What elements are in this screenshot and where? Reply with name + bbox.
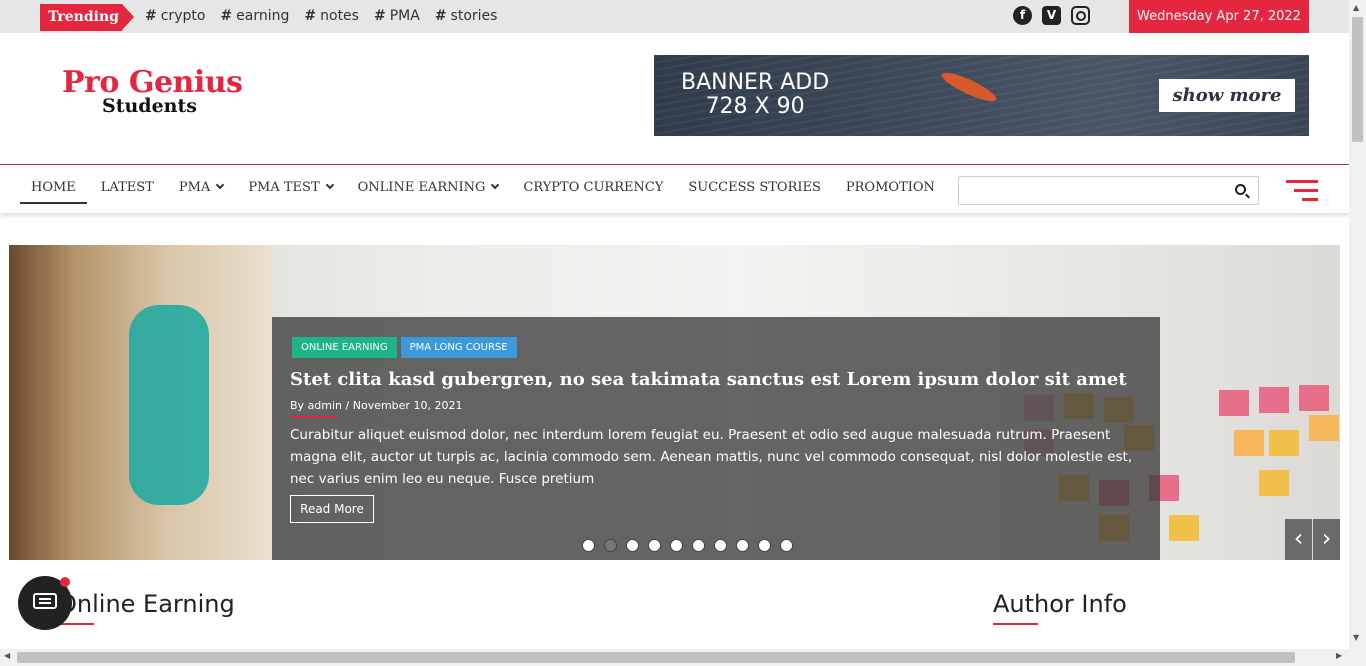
slider-dot[interactable] <box>582 539 595 552</box>
facebook-icon[interactable]: f <box>1013 6 1032 25</box>
scrollbar-thumb[interactable] <box>17 652 1295 663</box>
tag-stories[interactable]: # stories <box>435 8 498 24</box>
horizontal-scrollbar[interactable]: ◀ ▶ <box>0 649 1349 666</box>
scrollbar-thumb[interactable] <box>1352 17 1363 142</box>
site-logo[interactable]: Pro Genius Students <box>62 65 243 117</box>
notification-badge <box>60 577 70 587</box>
nav-success-stories[interactable]: SUCCESS STORIES <box>677 179 832 204</box>
slider-dot[interactable] <box>670 539 683 552</box>
slider-dot[interactable] <box>648 539 661 552</box>
banner-text: BANNER ADD 728 X 90 <box>681 70 830 119</box>
category-badge[interactable]: PMA LONG COURSE <box>400 337 517 358</box>
kayak-image <box>938 67 1000 107</box>
featured-slider: ONLINE EARNING PMA LONG COURSE Stet clit… <box>9 245 1340 560</box>
instagram-icon[interactable] <box>1071 6 1090 25</box>
slide-background-image <box>9 245 272 560</box>
section-title-online-earning: Online Earning <box>58 590 235 618</box>
menu-icon[interactable] <box>1286 180 1318 207</box>
scroll-right-icon[interactable]: ▶ <box>1336 651 1342 660</box>
nav-promotion[interactable]: PROMOTION <box>835 179 946 204</box>
chevron-left-icon[interactable]: ‹ <box>1285 519 1312 560</box>
tag-crypto[interactable]: # crypto <box>145 8 205 24</box>
banner-ad[interactable]: BANNER ADD 728 X 90 show more <box>654 55 1309 136</box>
author-link[interactable]: admin <box>308 399 342 412</box>
slider-pagination <box>582 539 793 552</box>
chat-button[interactable] <box>18 576 72 630</box>
slide-excerpt: Curabitur aliquet euismod dolor, nec int… <box>290 427 1133 487</box>
scroll-up-icon[interactable]: ▲ <box>1353 3 1359 12</box>
category-badge[interactable]: ONLINE EARNING <box>292 337 397 358</box>
slider-dot[interactable] <box>714 539 727 552</box>
nav-online-earning[interactable]: ONLINE EARNING <box>347 179 510 204</box>
logo-line1: Pro Genius <box>62 65 243 100</box>
slide-caption: ONLINE EARNING PMA LONG COURSE Stet clit… <box>272 317 1160 560</box>
nav-pma[interactable]: PMA <box>168 179 234 204</box>
nav-crypto-currency[interactable]: CRYPTO CURRENCY <box>512 179 674 204</box>
chevron-down-icon <box>325 180 334 190</box>
logo-line2: Students <box>102 95 197 117</box>
scroll-down-icon[interactable]: ▼ <box>1353 633 1359 642</box>
slide-title[interactable]: Stet clita kasd gubergren, no sea takima… <box>290 369 1127 390</box>
top-bar: Trending # crypto # earning # notes # PMA # s… <box>0 0 1349 33</box>
chevron-down-icon <box>491 180 500 190</box>
slider-dot[interactable] <box>692 539 705 552</box>
tag-notes[interactable]: # notes <box>304 8 359 24</box>
chevron-down-icon <box>216 180 225 190</box>
post-date[interactable]: November 10, 2021 <box>353 399 463 412</box>
trending-tags: # crypto # earning # notes # PMA # stories <box>145 8 497 24</box>
vimeo-icon[interactable]: V <box>1042 6 1061 25</box>
slider-arrows: ‹ › <box>1285 519 1340 560</box>
social-links: f V <box>1013 6 1090 25</box>
trending-label: Trending <box>40 4 134 31</box>
vertical-scrollbar[interactable]: ▲ ▼ <box>1349 0 1366 666</box>
current-date: Wednesday Apr 27, 2022 <box>1129 0 1309 33</box>
slider-dot[interactable] <box>604 539 617 552</box>
slider-dot[interactable] <box>758 539 771 552</box>
read-more-button[interactable]: Read More <box>290 495 374 523</box>
slide-meta: By admin / November 10, 2021 <box>290 399 463 412</box>
banner-show-more-button[interactable]: show more <box>1159 79 1295 112</box>
main-nav: HOME LATEST PMA PMA TEST ONLINE EARNING … <box>0 164 1349 213</box>
nav-pma-test[interactable]: PMA TEST <box>237 179 343 204</box>
tag-pma[interactable]: # PMA <box>374 8 420 24</box>
nav-home[interactable]: HOME <box>20 179 87 204</box>
chat-icon <box>33 593 57 609</box>
nav-latest[interactable]: LATEST <box>90 179 165 204</box>
slider-dot[interactable] <box>626 539 639 552</box>
slide-categories: ONLINE EARNING PMA LONG COURSE <box>292 337 517 358</box>
slider-dot[interactable] <box>736 539 749 552</box>
search-input[interactable] <box>958 176 1259 205</box>
section-title-author-info: Author Info <box>993 590 1127 618</box>
tag-earning[interactable]: # earning <box>220 8 289 24</box>
slider-dot[interactable] <box>780 539 793 552</box>
search-icon[interactable] <box>1235 184 1246 195</box>
scroll-left-icon[interactable]: ◀ <box>4 651 10 660</box>
chevron-right-icon[interactable]: › <box>1313 519 1340 560</box>
